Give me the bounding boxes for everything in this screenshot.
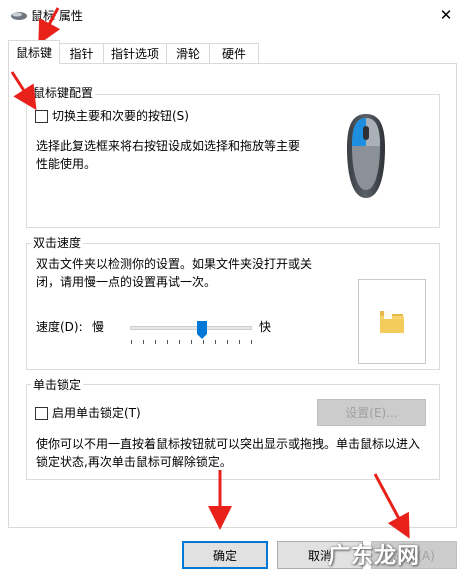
tab-label: 滑轮	[175, 47, 200, 61]
tab-mouse-buttons[interactable]: 鼠标键	[8, 40, 60, 64]
tab-hardware[interactable]: 硬件	[209, 43, 259, 63]
slow-label: 慢	[92, 320, 105, 334]
tab-label: 指针	[69, 47, 94, 61]
slider-tick	[191, 340, 192, 344]
click-lock-label[interactable]: 启用单击锁定(T)	[52, 404, 141, 422]
test-area[interactable]	[358, 279, 426, 364]
click-lock-checkbox[interactable]	[35, 407, 48, 420]
slider-tick	[203, 340, 204, 344]
slider-tick	[179, 340, 180, 344]
slider-tick	[227, 340, 228, 344]
tab-label: 鼠标键	[15, 46, 52, 60]
button-config-title: 鼠标键配置	[31, 84, 96, 101]
click-lock-settings-button[interactable]: 设置(E)...	[317, 399, 426, 426]
window-title: 鼠标 属性	[31, 9, 83, 23]
switch-buttons-label[interactable]: 切换主要和次要的按钮(S)	[52, 107, 189, 125]
slider-tick	[155, 340, 156, 344]
click-lock-title: 单击锁定	[31, 376, 84, 393]
speed-label: 速度(D):	[36, 320, 83, 334]
tab-label: 指针选项	[110, 47, 159, 61]
tab-label: 硬件	[221, 47, 246, 61]
slider-tick	[143, 340, 144, 344]
slider-tick	[167, 340, 168, 344]
fast-label: 快	[259, 320, 272, 334]
slider-tick	[215, 340, 216, 344]
folder-icon[interactable]	[378, 305, 406, 335]
ok-button[interactable]: 确定	[182, 541, 268, 569]
slider-tick	[251, 340, 252, 344]
speed-slider[interactable]	[130, 318, 252, 346]
tab-pointers[interactable]: 指针	[59, 43, 104, 63]
button-config-description: 选择此复选框来将右按钮设成如选择和拖放等主要性能使用。	[36, 139, 301, 171]
mouse-icon	[11, 12, 27, 20]
double-click-description: 双击文件夹以检测你的设置。如果文件夹没打开或关闭，请用慢一点的设置再试一次。	[36, 257, 313, 289]
tab-pointer-options[interactable]: 指针选项	[103, 43, 167, 63]
slider-tick	[131, 340, 132, 344]
slider-thumb[interactable]	[196, 320, 208, 340]
close-icon[interactable]: ✕	[432, 3, 460, 27]
slider-track	[130, 326, 252, 330]
watermark: 广东龙网	[328, 544, 421, 569]
mouse-illustration-icon	[347, 114, 385, 198]
double-click-title: 双击速度	[31, 234, 84, 251]
tab-wheel[interactable]: 滑轮	[166, 43, 210, 63]
click-lock-description: 使你可以不用一直按着鼠标按钮就可以突出显示或拖拽。单击鼠标以进入锁定状态,再次单…	[36, 437, 421, 469]
switch-buttons-checkbox[interactable]	[35, 110, 48, 123]
slider-tick	[239, 340, 240, 344]
